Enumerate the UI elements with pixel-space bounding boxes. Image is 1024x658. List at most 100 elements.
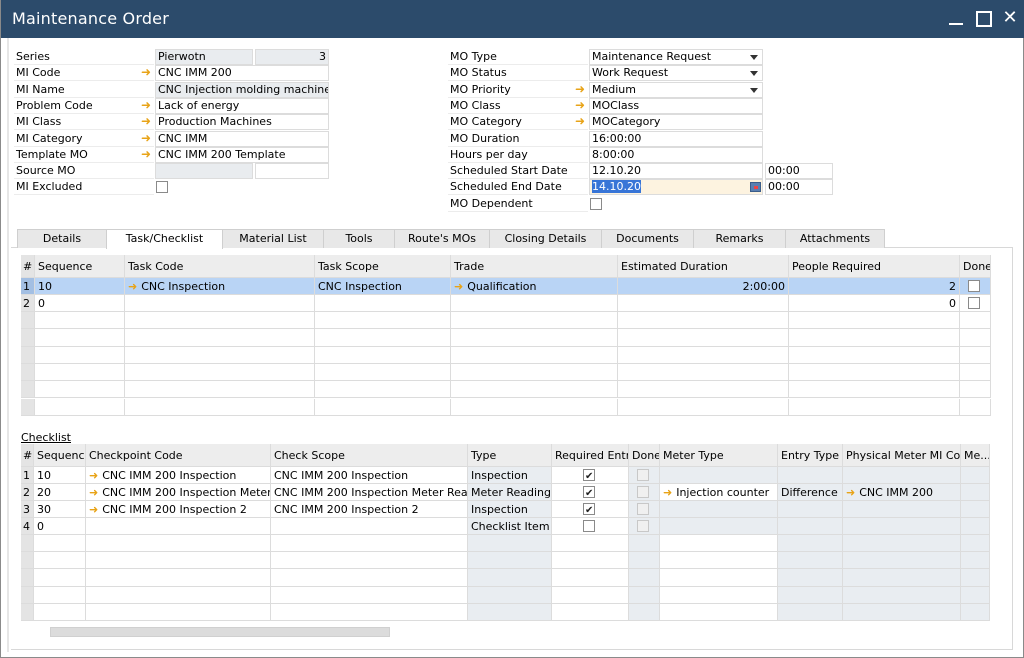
grid-cell[interactable]: [660, 535, 778, 553]
link-arrow-icon[interactable]: ➜: [663, 486, 672, 499]
column-header[interactable]: Type: [468, 444, 552, 467]
grid-cell[interactable]: [21, 398, 35, 416]
grid-cell[interactable]: [960, 329, 991, 347]
scheduled-end-date-field[interactable]: 14.10.20: [589, 179, 763, 196]
grid-cell[interactable]: [552, 586, 629, 604]
grid-cell[interactable]: [960, 346, 991, 364]
minimize-button[interactable]: [947, 8, 967, 28]
mi-name-field[interactable]: CNC Injection molding machine 200: [155, 81, 329, 98]
mo-dependent-checkbox[interactable]: [590, 197, 602, 210]
grid-cell[interactable]: [34, 569, 86, 587]
grid-cell[interactable]: [21, 312, 35, 330]
grid-cell[interactable]: [960, 398, 991, 416]
mo-status-dropdown[interactable]: Work Request: [589, 65, 763, 82]
checkpoint-code-cell[interactable]: ➜ CNC IMM 200 Inspection Meter: [86, 484, 271, 501]
checklist-link[interactable]: Checklist: [21, 431, 71, 444]
grid-cell[interactable]: [451, 363, 618, 382]
grid-cell[interactable]: [843, 535, 961, 553]
mi-category-field[interactable]: CNC IMM: [155, 130, 329, 147]
column-header[interactable]: Entry Type: [778, 444, 843, 467]
type-cell[interactable]: Inspection: [468, 467, 552, 484]
grid-cell[interactable]: [35, 329, 125, 347]
required-entry-checkbox[interactable]: [583, 468, 595, 483]
grid-cell[interactable]: [961, 552, 990, 570]
grid-cell[interactable]: [618, 398, 789, 416]
meter-type-cell[interactable]: [660, 501, 778, 518]
grid-cell[interactable]: [21, 535, 34, 553]
grid-cell[interactable]: [660, 603, 778, 621]
mo-type-dropdown[interactable]: Maintenance Request: [589, 49, 763, 65]
check-scope-cell[interactable]: [271, 518, 468, 535]
column-header[interactable]: Me...: [961, 444, 990, 467]
grid-cell[interactable]: [21, 329, 35, 347]
template-mo-field[interactable]: CNC IMM 200 Template: [155, 146, 329, 163]
column-header[interactable]: #: [21, 255, 35, 278]
sequence-cell[interactable]: 0: [35, 295, 125, 312]
grid-cell[interactable]: [34, 586, 86, 604]
column-header[interactable]: Required Entry: [552, 444, 629, 467]
done-cell[interactable]: [629, 518, 660, 535]
link-arrow-icon[interactable]: ➜: [573, 82, 587, 98]
grid-cell[interactable]: [843, 569, 961, 587]
tab-tools[interactable]: Tools: [323, 229, 395, 248]
mo-class-field[interactable]: MOClass: [589, 97, 763, 114]
tab-material-list[interactable]: Material List: [222, 229, 324, 248]
grid-cell[interactable]: [315, 381, 451, 399]
hours-per-day-field[interactable]: 8:00:00: [589, 146, 763, 163]
grid-cell[interactable]: [843, 603, 961, 621]
sequence-cell[interactable]: 10: [35, 278, 125, 295]
checkpoint-code-cell[interactable]: [86, 518, 271, 535]
grid-cell[interactable]: [660, 552, 778, 570]
grid-cell[interactable]: [86, 552, 271, 570]
physical-meter-cell[interactable]: [843, 518, 961, 535]
grid-cell[interactable]: [778, 603, 843, 621]
people-required-cell[interactable]: 2: [789, 278, 960, 295]
grid-cell[interactable]: [960, 312, 991, 330]
me-cell[interactable]: [961, 501, 990, 518]
link-arrow-icon[interactable]: ➜: [846, 486, 855, 499]
scheduled-end-date-time-field[interactable]: 00:00: [765, 179, 833, 196]
physical-meter-cell[interactable]: [843, 501, 961, 518]
grid-cell[interactable]: [21, 603, 34, 621]
grid-cell[interactable]: [451, 329, 618, 347]
link-arrow-icon[interactable]: ➜: [139, 114, 153, 130]
scheduled-start-date-time-field[interactable]: 00:00: [765, 163, 833, 180]
estimated-duration-cell[interactable]: [618, 295, 789, 312]
row-number[interactable]: 3: [21, 501, 34, 518]
grid-cell[interactable]: [629, 535, 660, 553]
chevron-down-icon[interactable]: [750, 87, 758, 93]
grid-cell[interactable]: [618, 329, 789, 347]
series-number-field[interactable]: 3: [255, 49, 329, 65]
entry-type-cell[interactable]: Difference: [778, 484, 843, 501]
tab-task-checklist[interactable]: Task/Checklist: [106, 229, 223, 249]
entry-type-cell[interactable]: [778, 467, 843, 484]
me-cell[interactable]: [961, 484, 990, 501]
calendar-icon[interactable]: [750, 182, 761, 193]
grid-cell[interactable]: [125, 363, 315, 382]
link-arrow-icon[interactable]: ➜: [139, 147, 153, 163]
checkpoint-code-cell[interactable]: ➜ CNC IMM 200 Inspection: [86, 467, 271, 484]
grid-cell[interactable]: [552, 535, 629, 553]
grid-cell[interactable]: [468, 603, 552, 621]
column-header[interactable]: Trade: [451, 255, 618, 278]
physical-meter-cell[interactable]: [843, 467, 961, 484]
people-required-cell[interactable]: 0: [789, 295, 960, 312]
grid-cell[interactable]: [468, 569, 552, 587]
required-entry-cell[interactable]: [552, 518, 629, 535]
sequence-cell[interactable]: 0: [34, 518, 86, 535]
grid-cell[interactable]: [789, 398, 960, 416]
grid-cell[interactable]: [843, 552, 961, 570]
grid-cell[interactable]: [552, 552, 629, 570]
link-arrow-icon[interactable]: ➜: [139, 98, 153, 114]
mo-duration-field[interactable]: 16:00:00: [589, 130, 763, 147]
grid-cell[interactable]: [35, 398, 125, 416]
horizontal-scrollbar[interactable]: [21, 624, 989, 638]
task-code-cell[interactable]: [125, 295, 315, 312]
required-entry-checkbox[interactable]: [583, 520, 595, 532]
tab-attachments[interactable]: Attachments: [785, 229, 885, 248]
grid-cell[interactable]: [86, 603, 271, 621]
link-arrow-icon[interactable]: ➜: [89, 503, 98, 516]
grid-cell[interactable]: [618, 363, 789, 382]
grid-cell[interactable]: [35, 381, 125, 399]
row-number[interactable]: 2: [21, 295, 35, 312]
